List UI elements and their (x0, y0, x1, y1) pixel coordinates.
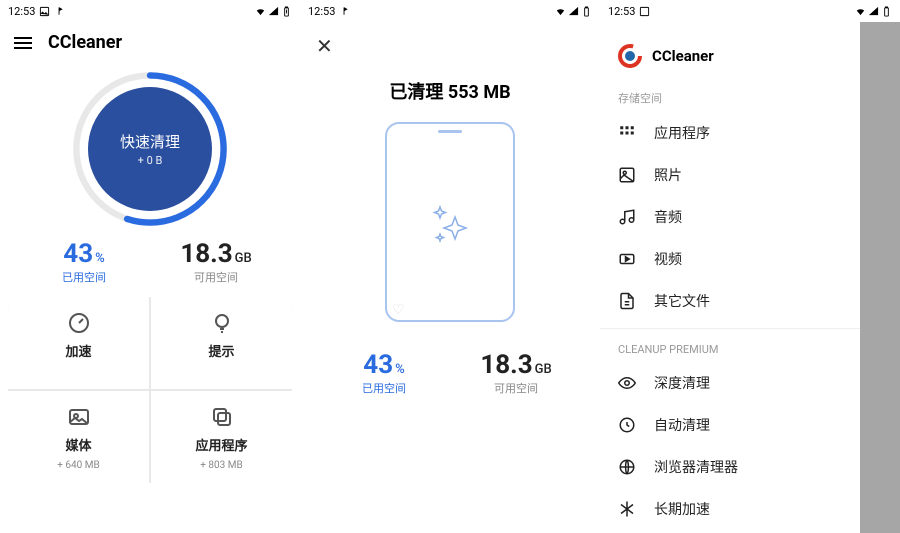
nav-item-file[interactable]: 其它文件 (600, 280, 860, 322)
nav-label: 音频 (654, 207, 682, 227)
nav-item-globe[interactable]: 浏览器清理器 (600, 446, 860, 488)
gauge-icon (67, 311, 91, 335)
status-time: 12:53 (308, 5, 335, 18)
cleaned-title: 已清理 553 MB (300, 78, 600, 104)
status-bar: 12:53 (300, 0, 600, 22)
file-icon (618, 292, 636, 310)
image-icon (639, 6, 650, 17)
video-icon (618, 250, 636, 268)
sparkle-icon (420, 192, 480, 252)
music-icon (339, 6, 350, 17)
storage-stats: 43% 已用空间 18.3GB 可用空间 (300, 340, 600, 400)
apps-icon (210, 405, 234, 429)
status-bar: 12:53 (600, 0, 900, 22)
nav-label: 自动清理 (654, 415, 710, 435)
app-header: CCleaner (0, 22, 300, 63)
photo-icon (618, 166, 636, 184)
wifi-icon (255, 6, 266, 17)
free-space-stat: 18.3GB 可用空间 (150, 239, 282, 285)
ring-label: 快速清理 (120, 131, 180, 152)
nav-item-snow[interactable]: 长期加速 (600, 488, 860, 530)
apps-cell[interactable]: 应用程序 + 803 MB (151, 391, 292, 483)
boost-cell[interactable]: 加速 (8, 297, 149, 389)
battery-icon (281, 6, 292, 17)
menu-button[interactable] (14, 37, 32, 49)
nav-label: 浏览器清理器 (654, 457, 738, 477)
used-space-stat: 43% 已用空间 (18, 239, 150, 285)
action-grid: 加速 提示 媒体 + 640 MB 应用程序 + 803 MB (8, 297, 292, 483)
panel-main: 12:53 CCleaner 快速清理 + 0 B 43% 已 (0, 0, 300, 533)
signal-icon (268, 6, 279, 17)
heart-icon[interactable]: ♡ (392, 302, 405, 318)
panel-drawer: 12:53 CCleaner 存储空间 应用程序照片音频视频其它文件 CLEAN… (600, 0, 900, 533)
globe-icon (618, 458, 636, 476)
section-storage: 存储空间 (600, 82, 860, 112)
nav-label: 照片 (654, 165, 682, 185)
wifi-icon (555, 6, 566, 17)
nav-label: 其它文件 (654, 291, 710, 311)
bulb-icon (210, 311, 234, 335)
panel-result: 12:53 ✕ 已清理 553 MB ♡ 43% 已用空间 18.3GB 可用空… (300, 0, 600, 533)
quick-clean-ring[interactable]: 快速清理 + 0 B (0, 69, 300, 229)
section-premium: CLEANUP PREMIUM (600, 335, 860, 362)
drawer-scrim[interactable] (860, 22, 900, 533)
wifi-icon (855, 6, 866, 17)
nav-label: 应用程序 (654, 123, 710, 143)
grid-icon (618, 124, 636, 142)
media-cell[interactable]: 媒体 + 640 MB (8, 391, 149, 483)
phone-illustration (385, 122, 515, 322)
nav-item-eye[interactable]: 深度清理 (600, 362, 860, 404)
auto-icon (618, 416, 636, 434)
drawer-content: CCleaner 存储空间 应用程序照片音频视频其它文件 CLEANUP PRE… (600, 22, 860, 533)
nav-item-photo[interactable]: 照片 (600, 154, 860, 196)
tips-cell[interactable]: 提示 (151, 297, 292, 389)
nav-item-grid[interactable]: 应用程序 (600, 112, 860, 154)
free-space-stat: 18.3GB 可用空间 (450, 350, 582, 396)
music-icon (54, 6, 65, 17)
nav-item-music[interactable]: 音频 (600, 196, 860, 238)
nav-label: 深度清理 (654, 373, 710, 393)
brand-row[interactable]: CCleaner (600, 40, 860, 82)
signal-icon (568, 6, 579, 17)
nav-item-auto[interactable]: 自动清理 (600, 404, 860, 446)
signal-icon (868, 6, 879, 17)
media-icon (67, 405, 91, 429)
status-bar: 12:53 (0, 0, 300, 22)
battery-icon (581, 6, 592, 17)
nav-item-video[interactable]: 视频 (600, 238, 860, 280)
app-title: CCleaner (48, 32, 122, 53)
ring-sublabel: + 0 B (138, 154, 163, 167)
divider (600, 328, 860, 329)
used-space-stat: 43% 已用空间 (318, 350, 450, 396)
nav-label: 视频 (654, 249, 682, 269)
ccleaner-logo-icon (618, 44, 642, 68)
battery-icon (881, 6, 892, 17)
eye-icon (618, 374, 636, 392)
close-button[interactable]: ✕ (316, 34, 333, 58)
snow-icon (618, 500, 636, 518)
status-time: 12:53 (608, 5, 635, 18)
music-icon (618, 208, 636, 226)
image-icon (39, 6, 50, 17)
nav-label: 长期加速 (654, 499, 710, 519)
storage-stats: 43% 已用空间 18.3GB 可用空间 (0, 229, 300, 289)
status-time: 12:53 (8, 5, 35, 18)
